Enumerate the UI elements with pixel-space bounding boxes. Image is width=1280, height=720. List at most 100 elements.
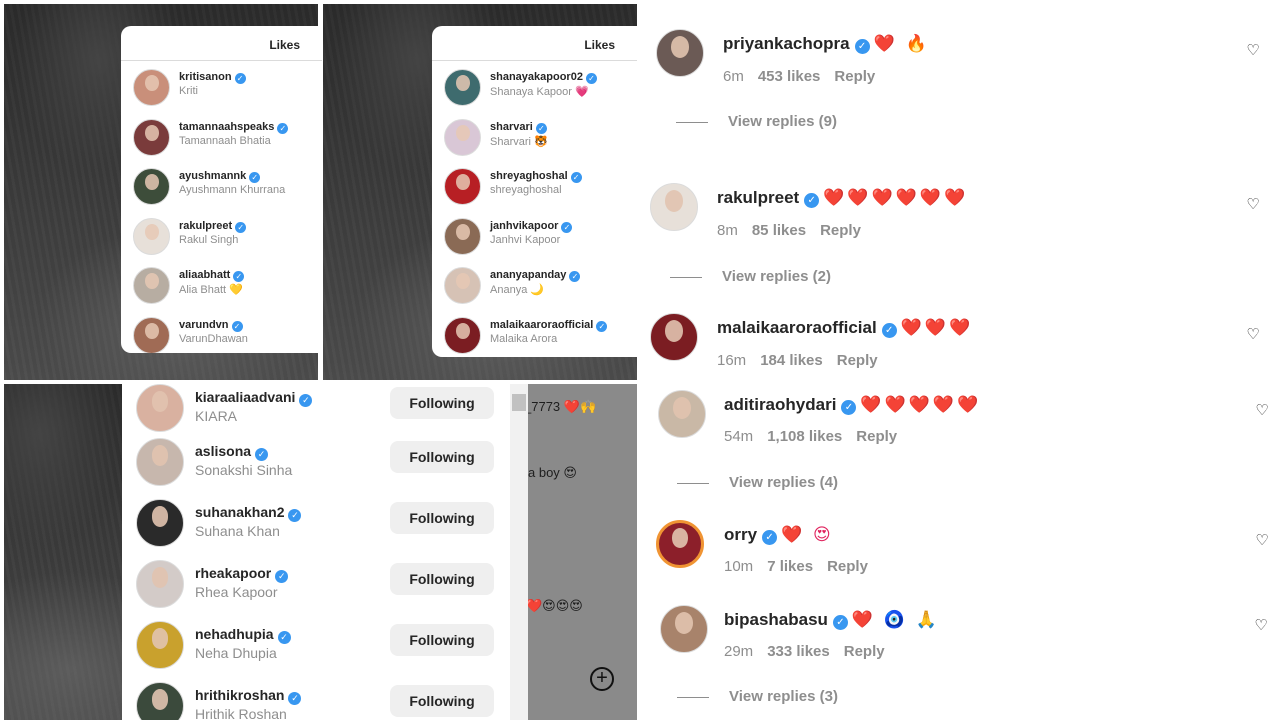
avatar[interactable] bbox=[656, 520, 704, 568]
likes-count[interactable]: 333 likes bbox=[767, 643, 830, 660]
avatar[interactable] bbox=[133, 267, 170, 304]
username[interactable]: kiaraaliaadvani ✓ bbox=[195, 389, 313, 407]
view-replies-button[interactable]: View replies (9) bbox=[676, 113, 837, 130]
username[interactable]: nehadhupia ✓ bbox=[195, 626, 291, 644]
likes-count[interactable]: 7 likes bbox=[767, 558, 813, 575]
username[interactable]: priyankachopra bbox=[723, 34, 850, 53]
username[interactable]: rheakapoor ✓ bbox=[195, 565, 289, 583]
username-text[interactable]: ayushmannk bbox=[179, 170, 246, 182]
likes-count[interactable]: 85 likes bbox=[752, 222, 806, 239]
avatar[interactable] bbox=[136, 560, 184, 608]
username[interactable]: aliaabhatt ✓ bbox=[179, 269, 245, 282]
reply-button[interactable]: Reply bbox=[834, 68, 875, 85]
following-button[interactable]: Following bbox=[390, 563, 494, 595]
like-row[interactable]: shreyaghoshal ✓ shreyaghoshal bbox=[432, 160, 637, 210]
username[interactable]: shanayakapoor02 ✓ bbox=[490, 71, 597, 84]
heart-outline-icon[interactable]: ♡ bbox=[1245, 197, 1261, 213]
username-text[interactable]: nehadhupia bbox=[195, 626, 274, 642]
username[interactable]: malaikaaroraofficial ✓ bbox=[490, 319, 608, 332]
username[interactable]: ananyapanday ✓ bbox=[490, 269, 581, 282]
avatar[interactable] bbox=[136, 621, 184, 669]
following-button[interactable]: Following bbox=[390, 624, 494, 656]
avatar[interactable] bbox=[133, 168, 170, 205]
view-replies-button[interactable]: View replies (4) bbox=[677, 474, 838, 491]
following-button[interactable]: Following bbox=[390, 441, 494, 473]
avatar[interactable] bbox=[444, 118, 481, 156]
avatar[interactable] bbox=[133, 69, 170, 106]
like-row[interactable]: sharvari ✓ Sharvari 🐯 bbox=[432, 111, 637, 161]
username-text[interactable]: sharvari bbox=[490, 121, 533, 133]
add-circle-icon[interactable]: + bbox=[590, 667, 614, 691]
avatar[interactable] bbox=[444, 316, 481, 354]
avatar[interactable] bbox=[133, 316, 170, 353]
heart-outline-icon[interactable]: ♡ bbox=[1254, 533, 1270, 549]
like-row[interactable]: shanayakapoor02 ✓ Shanaya Kapoor 💗 bbox=[432, 61, 637, 111]
avatar[interactable] bbox=[136, 438, 184, 486]
username-text[interactable]: rakulpreet bbox=[179, 220, 232, 232]
reply-button[interactable]: Reply bbox=[827, 558, 868, 575]
username-text[interactable]: suhanakhan2 bbox=[195, 504, 284, 520]
reply-button[interactable]: Reply bbox=[844, 643, 885, 660]
avatar[interactable] bbox=[660, 605, 708, 653]
following-button[interactable]: Following bbox=[390, 685, 494, 717]
username[interactable]: bipashabasu bbox=[724, 610, 828, 629]
avatar[interactable] bbox=[444, 267, 481, 304]
reply-button[interactable]: Reply bbox=[820, 222, 861, 239]
likes-count[interactable]: 184 likes bbox=[760, 352, 823, 369]
like-row[interactable]: aliaabhatt ✓ Alia Bhatt 💛 bbox=[121, 259, 322, 309]
heart-outline-icon[interactable]: ♡ bbox=[1245, 43, 1261, 59]
username-text[interactable]: aslisona bbox=[195, 443, 251, 459]
avatar[interactable] bbox=[136, 682, 184, 720]
like-row[interactable]: malaikaaroraofficial ✓ Malaika Arora bbox=[432, 309, 637, 358]
username[interactable]: sharvari ✓ bbox=[490, 121, 547, 134]
scrollbar[interactable] bbox=[510, 384, 528, 720]
avatar[interactable] bbox=[136, 499, 184, 547]
like-row[interactable]: rakulpreet ✓ Rakul Singh bbox=[121, 210, 322, 260]
view-replies-button[interactable]: View replies (3) bbox=[677, 688, 838, 705]
username[interactable]: orry bbox=[724, 525, 757, 544]
reply-button[interactable]: Reply bbox=[856, 428, 897, 445]
username-text[interactable]: kritisanon bbox=[179, 71, 232, 83]
username-text[interactable]: ananyapanday bbox=[490, 269, 566, 281]
avatar[interactable] bbox=[656, 29, 704, 77]
username[interactable]: varundvn ✓ bbox=[179, 319, 243, 332]
like-row[interactable]: tamannaahspeaks ✓ Tamannaah Bhatia bbox=[121, 111, 322, 161]
like-row[interactable]: varundvn ✓ VarunDhawan bbox=[121, 309, 322, 353]
username[interactable]: ayushmannk ✓ bbox=[179, 170, 261, 183]
username[interactable]: malaikaaroraofficial bbox=[717, 318, 877, 337]
like-row[interactable]: kritisanon ✓ Kriti bbox=[121, 61, 322, 111]
avatar[interactable] bbox=[650, 183, 698, 231]
username-text[interactable]: kiaraaliaadvani bbox=[195, 389, 295, 405]
username-text[interactable]: tamannaahspeaks bbox=[179, 121, 274, 133]
following-button[interactable]: Following bbox=[390, 502, 494, 534]
avatar[interactable] bbox=[444, 217, 481, 255]
username[interactable]: suhanakhan2 ✓ bbox=[195, 504, 302, 522]
heart-outline-icon[interactable]: ♡ bbox=[1253, 618, 1269, 634]
heart-outline-icon[interactable]: ♡ bbox=[1254, 403, 1270, 419]
avatar[interactable] bbox=[444, 69, 481, 106]
username[interactable]: rakulpreet bbox=[717, 188, 799, 207]
scrollbar-thumb[interactable] bbox=[512, 394, 526, 411]
username-text[interactable]: shreyaghoshal bbox=[490, 170, 568, 182]
username[interactable]: hrithikroshan ✓ bbox=[195, 687, 302, 705]
avatar[interactable] bbox=[444, 168, 481, 205]
avatar[interactable] bbox=[136, 384, 184, 432]
like-row[interactable]: janhvikapoor ✓ Janhvi Kapoor bbox=[432, 210, 637, 260]
like-row[interactable]: ananyapanday ✓ Ananya 🌙 bbox=[432, 259, 637, 309]
following-button[interactable]: Following bbox=[390, 387, 494, 419]
username-text[interactable]: janhvikapoor bbox=[490, 220, 558, 232]
username[interactable]: aslisona ✓ bbox=[195, 443, 269, 461]
username[interactable]: aditiraohydari bbox=[724, 395, 836, 414]
username[interactable]: janhvikapoor ✓ bbox=[490, 220, 573, 233]
username-text[interactable]: varundvn bbox=[179, 319, 229, 331]
username-text[interactable]: shanayakapoor02 bbox=[490, 71, 583, 83]
reply-button[interactable]: Reply bbox=[837, 352, 878, 369]
likes-count[interactable]: 453 likes bbox=[758, 68, 821, 85]
view-replies-button[interactable]: View replies (2) bbox=[670, 268, 831, 285]
avatar[interactable] bbox=[133, 217, 170, 255]
avatar[interactable] bbox=[658, 390, 706, 438]
avatar[interactable] bbox=[133, 118, 170, 156]
username-text[interactable]: rheakapoor bbox=[195, 565, 271, 581]
username[interactable]: kritisanon ✓ bbox=[179, 71, 246, 84]
like-row[interactable]: ayushmannk ✓ Ayushmann Khurrana bbox=[121, 160, 322, 210]
